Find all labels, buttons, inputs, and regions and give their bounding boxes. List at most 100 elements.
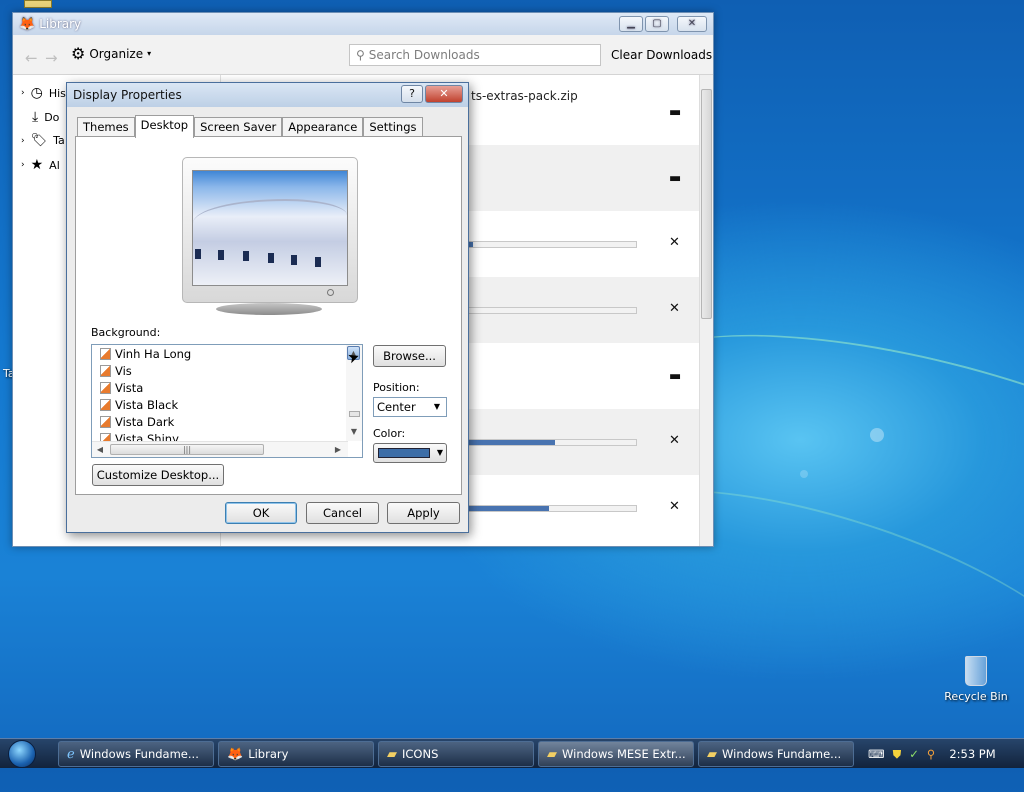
- position-select[interactable]: Center ▼: [373, 397, 447, 417]
- scroll-right-icon[interactable]: ▶: [330, 443, 346, 457]
- ok-button[interactable]: OK: [225, 502, 297, 524]
- progress-bar: [467, 439, 637, 446]
- close-button[interactable]: ✕: [677, 16, 707, 32]
- list-item-label: Vista Dark: [115, 415, 175, 429]
- search-input[interactable]: ⚲ Search Downloads: [349, 44, 601, 66]
- vertical-scrollbar[interactable]: [699, 75, 713, 546]
- desktop-tab-panel: Background: Vinh Ha Long Vis Vista Vista…: [75, 136, 462, 495]
- tab-screen-saver[interactable]: Screen Saver: [194, 117, 283, 137]
- taskbar-item-label: ICONS: [402, 747, 439, 761]
- scroll-left-icon[interactable]: ◀: [92, 443, 108, 457]
- list-item[interactable]: Vinh Ha Long: [100, 347, 191, 361]
- list-item-label: Vista Black: [115, 398, 179, 412]
- monitor-power-icon: [327, 289, 334, 296]
- file-icon: [100, 365, 111, 377]
- clock[interactable]: 2:53 PM: [949, 747, 995, 761]
- file-icon: [100, 416, 111, 428]
- system-tray: ⌨ ⛊ ✓ ⚲ 2:53 PM: [862, 741, 1024, 767]
- cancel-icon[interactable]: ✕: [669, 235, 680, 250]
- preview-window: [243, 251, 249, 261]
- tab-settings[interactable]: Settings: [363, 117, 423, 137]
- expand-arrow-icon[interactable]: ›: [21, 136, 25, 146]
- progress-bar: [467, 505, 637, 512]
- gear-icon: ⚙: [71, 44, 86, 63]
- clear-downloads-button[interactable]: Clear Downloads: [611, 48, 712, 62]
- desktop-corner-icon[interactable]: [24, 0, 52, 8]
- scrollbar-thumb[interactable]: [349, 411, 360, 417]
- maximize-button[interactable]: ▢: [645, 16, 669, 32]
- search-icon[interactable]: ⚲: [927, 747, 935, 761]
- folder-icon: ▰: [547, 746, 557, 762]
- browse-button[interactable]: Browse...: [373, 345, 446, 367]
- list-item-label: Vista: [115, 381, 144, 395]
- progress-fill: [468, 506, 549, 511]
- tag-icon: 🏷: [30, 133, 48, 148]
- tab-appearance[interactable]: Appearance: [282, 117, 364, 137]
- preview-wave: [193, 199, 347, 239]
- scroll-down-icon[interactable]: ▼: [346, 425, 362, 439]
- library-title-bar[interactable]: 🦊 Library ▁ ▢ ✕: [13, 13, 713, 35]
- minimize-button[interactable]: ▁: [619, 16, 643, 32]
- forward-arrow-icon[interactable]: →: [45, 49, 58, 67]
- display-properties-dialog: Display Properties ? ✕ Themes Desktop Sc…: [66, 82, 469, 533]
- download-icon: ⤓: [32, 109, 39, 125]
- recycle-bin-icon: [965, 656, 987, 686]
- expand-arrow-icon[interactable]: ›: [21, 160, 25, 170]
- file-icon: [100, 399, 111, 411]
- open-folder-icon[interactable]: ▬: [669, 105, 681, 120]
- taskbar-item[interactable]: ▰ ICONS: [378, 741, 534, 767]
- recycle-bin[interactable]: Recycle Bin: [944, 656, 1008, 703]
- chevron-down-icon: ▼: [433, 402, 441, 411]
- tab-desktop[interactable]: Desktop: [134, 115, 195, 138]
- start-button[interactable]: [8, 740, 36, 768]
- search-icon: ⚲: [356, 48, 365, 62]
- background-list[interactable]: Vinh Ha Long Vis Vista Vista Black Vista…: [91, 344, 363, 458]
- dialog-title-bar[interactable]: Display Properties ? ✕: [67, 83, 468, 107]
- back-arrow-icon[interactable]: ←: [25, 49, 38, 67]
- sidebar-item-downloads[interactable]: ⤓ Do: [21, 109, 59, 125]
- cancel-icon[interactable]: ✕: [669, 433, 680, 448]
- taskbar-item-label: Library: [248, 747, 289, 761]
- shield-icon[interactable]: ⛊: [893, 747, 902, 762]
- open-folder-icon[interactable]: ▬: [669, 171, 681, 186]
- taskbar-item-label: Windows Fundame...: [79, 747, 199, 761]
- list-horizontal-scrollbar[interactable]: ◀ ||| ▶: [92, 441, 348, 457]
- taskbar-item-label: Windows Fundame...: [722, 747, 842, 761]
- sidebar-item-label: Do: [44, 110, 60, 124]
- scrollbar-thumb[interactable]: [701, 89, 712, 319]
- monitor-preview: [182, 157, 358, 303]
- tab-themes[interactable]: Themes: [77, 117, 135, 137]
- position-value: Center: [377, 400, 416, 414]
- cancel-icon[interactable]: ✕: [669, 499, 680, 514]
- folder-icon: ▰: [707, 746, 717, 762]
- cancel-button[interactable]: Cancel: [306, 502, 379, 524]
- taskbar-item[interactable]: ▰ Windows MESE Extr...: [538, 741, 694, 767]
- taskbar-item[interactable]: 🦊 Library: [218, 741, 374, 767]
- customize-desktop-button[interactable]: Customize Desktop...: [92, 464, 224, 486]
- taskbar-item[interactable]: ▰ Windows Fundame...: [698, 741, 854, 767]
- list-item[interactable]: Vista Dark: [100, 415, 174, 429]
- apply-button[interactable]: Apply: [387, 502, 460, 524]
- list-item[interactable]: Vista: [100, 381, 143, 395]
- chevron-down-icon: ▾: [147, 49, 152, 58]
- expand-arrow-icon[interactable]: ›: [21, 88, 25, 98]
- list-item[interactable]: Vis: [100, 364, 132, 378]
- preview-window: [291, 255, 297, 265]
- keyboard-icon[interactable]: ⌨: [868, 747, 885, 761]
- download-name: ts-extras-pack.zip: [471, 89, 578, 103]
- list-item[interactable]: Vista Black: [100, 398, 178, 412]
- sidebar-item-tags[interactable]: › 🏷 Ta: [21, 133, 65, 148]
- organize-button[interactable]: ⚙ Organize ▾: [71, 44, 151, 63]
- help-button[interactable]: ?: [401, 85, 423, 103]
- search-placeholder: Search Downloads: [368, 48, 480, 62]
- network-icon[interactable]: ✓: [909, 747, 919, 761]
- taskbar-item[interactable]: ℯ Windows Fundame...: [58, 741, 214, 767]
- color-picker-button[interactable]: ▼: [373, 443, 447, 463]
- cancel-icon[interactable]: ✕: [669, 301, 680, 316]
- sidebar-item-all-bookmarks[interactable]: › ★ Al: [21, 157, 60, 173]
- scrollbar-thumb[interactable]: |||: [110, 444, 264, 455]
- file-icon: [100, 382, 111, 394]
- firefox-icon: 🦊: [19, 16, 36, 32]
- open-folder-icon[interactable]: ▬: [669, 369, 681, 384]
- dialog-close-button[interactable]: ✕: [425, 85, 463, 103]
